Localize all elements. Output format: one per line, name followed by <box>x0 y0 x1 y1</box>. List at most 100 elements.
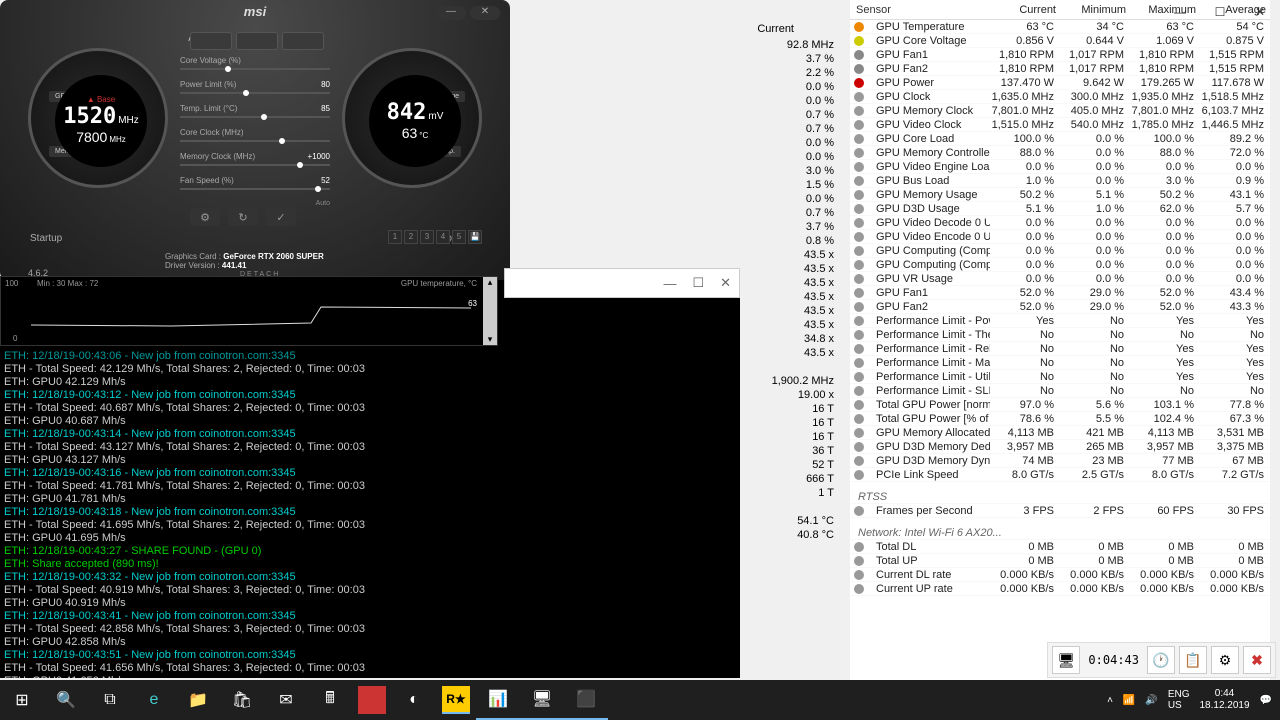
edge-icon[interactable]: e <box>132 680 176 720</box>
msi-minimize[interactable]: — <box>436 6 466 20</box>
table-row[interactable]: GPU Memory Clock7,801.0 MHz405.0 MHz7,80… <box>850 104 1270 118</box>
tray-lang[interactable]: ENGUS <box>1168 689 1190 711</box>
table-row[interactable]: Frames per Second3 FPS2 FPS60 FPS30 FPS <box>850 504 1270 518</box>
log-icon[interactable]: 📋 <box>1179 646 1207 674</box>
table-row[interactable]: GPU Core Voltage0.856 V0.644 V1.069 V0.8… <box>850 34 1270 48</box>
console-close[interactable]: ✕ <box>720 275 731 291</box>
minimize-button[interactable]: — <box>1160 0 1200 24</box>
table-row[interactable]: Total UP0 MB0 MB0 MB0 MB <box>850 554 1270 568</box>
table-row[interactable]: GPU Computing (Compute_1...0.0 %0.0 %0.0… <box>850 258 1270 272</box>
col-current[interactable]: Current <box>990 2 1060 18</box>
slider-4[interactable]: Memory Clock (MHz)+1000 <box>180 152 330 166</box>
clock-icon[interactable]: 🕐 <box>1147 646 1175 674</box>
msi-info-button[interactable] <box>282 32 324 50</box>
slider-1[interactable]: Power Limit (%)80 <box>180 80 330 94</box>
col-min[interactable]: Minimum <box>1060 2 1130 18</box>
table-row[interactable]: Performance Limit - Reliabili...NoNoYesY… <box>850 342 1270 356</box>
profile-2[interactable]: 2 <box>404 230 418 244</box>
table-row[interactable]: GPU D3D Memory Dynamic74 MB23 MB77 MB67 … <box>850 454 1270 468</box>
profile-5[interactable]: 5 <box>452 230 466 244</box>
store-icon[interactable]: 🛍 <box>220 680 264 720</box>
table-row[interactable]: GPU D3D Memory Dedicated3,957 MB265 MB3,… <box>850 440 1270 454</box>
table-row[interactable]: GPU Computing (Compute_0...0.0 %0.0 %0.0… <box>850 244 1270 258</box>
table-row[interactable]: GPU Memory Controller Load88.0 %0.0 %88.… <box>850 146 1270 160</box>
table-row[interactable]: Performance Limit - PowerYesNoYesYes <box>850 314 1270 328</box>
maximize-button[interactable]: ☐ <box>1200 0 1240 24</box>
app-red-icon[interactable] <box>358 686 386 714</box>
graph-scrollbar[interactable]: ▴ ▾ <box>483 277 497 345</box>
table-row[interactable]: GPU Fan21,810 RPM1,017 RPM1,810 RPM1,515… <box>850 62 1270 76</box>
console-maximize[interactable]: ☐ <box>692 275 704 291</box>
table-row[interactable]: PCIe Link Speed8.0 GT/s2.5 GT/s8.0 GT/s7… <box>850 468 1270 482</box>
table-row[interactable]: GPU Clock1,635.0 MHz300.0 MHz1,935.0 MHz… <box>850 90 1270 104</box>
profile-3[interactable]: 3 <box>420 230 434 244</box>
console-minimize[interactable]: — <box>663 276 676 291</box>
table-row[interactable]: GPU Video Clock1,515.0 MHz540.0 MHz1,785… <box>850 118 1270 132</box>
col-sensor[interactable]: Sensor <box>850 2 990 18</box>
table-row[interactable]: GPU Video Encode 0 Usage0.0 %0.0 %0.0 %0… <box>850 230 1270 244</box>
elapsed-time: 0:04:43 <box>1084 653 1143 667</box>
profile-4[interactable]: 4 <box>436 230 450 244</box>
reset-icon[interactable]: ✖ <box>1243 646 1271 674</box>
table-row[interactable]: GPU Power137.470 W9.642 W179.265 W117.67… <box>850 76 1270 90</box>
tray-volume-icon[interactable]: 🔊 <box>1145 695 1157 706</box>
slider-3[interactable]: Core Clock (MHz) <box>180 128 330 142</box>
table-row[interactable]: Performance Limit - ThermalNoNoNoNo <box>850 328 1270 342</box>
profile-1[interactable]: 1 <box>388 230 402 244</box>
slider-5[interactable]: Fan Speed (%)52 <box>180 176 330 190</box>
mem-clock-value: 7800 <box>76 129 107 145</box>
sensors-icon[interactable]: 🖥 <box>1052 646 1080 674</box>
tray-clock[interactable]: 0:4418.12.2019 <box>1199 688 1249 712</box>
msi-oc-button[interactable] <box>236 32 278 50</box>
tray-notifications-icon[interactable]: 💬 <box>1260 695 1272 706</box>
mail-icon[interactable]: ✉ <box>264 680 308 720</box>
table-row[interactable]: Network: Intel Wi-Fi 6 AX20... <box>850 526 1270 540</box>
table-row[interactable]: Performance Limit - SLI GPU...NoNoNoNo <box>850 384 1270 398</box>
rockstar-icon[interactable]: R★ <box>442 686 470 714</box>
tray-network-icon[interactable]: 📶 <box>1123 695 1135 706</box>
msi-k-button[interactable] <box>190 32 232 50</box>
table-row[interactable]: GPU D3D Usage5.1 %1.0 %62.0 %5.7 % <box>850 202 1270 216</box>
table-row[interactable]: GPU VR Usage0.0 %0.0 %0.0 %0.0 % <box>850 272 1270 286</box>
temperature-graph[interactable]: 100 0 Min : 30 Max : 72 GPU temperature,… <box>0 276 498 346</box>
msi-ab-icon[interactable]: 📊 <box>476 680 520 720</box>
settings-button[interactable]: ⚙ <box>190 208 220 226</box>
console-icon[interactable]: ⬛ <box>564 680 608 720</box>
search-button[interactable]: 🔍 <box>44 680 88 720</box>
msi-top-buttons <box>190 32 324 50</box>
table-row[interactable]: GPU Fan11,810 RPM1,017 RPM1,810 RPM1,515… <box>850 48 1270 62</box>
table-row[interactable]: GPU Video Engine Load0.0 %0.0 %0.0 %0.0 … <box>850 160 1270 174</box>
table-row[interactable]: GPU Bus Load1.0 %0.0 %3.0 %0.9 % <box>850 174 1270 188</box>
table-row[interactable]: Performance Limit - Max Op...NoNoYesYes <box>850 356 1270 370</box>
profile-save[interactable]: 💾 <box>468 230 482 244</box>
table-row[interactable]: GPU Fan152.0 %29.0 %52.0 %43.4 % <box>850 286 1270 300</box>
table-row[interactable]: Current DL rate0.000 KB/s0.000 KB/s0.000… <box>850 568 1270 582</box>
msi-close[interactable]: ✕ <box>470 6 500 20</box>
profile-buttons: 1 2 3 4 5 💾 <box>388 230 482 244</box>
tray-chevron-icon[interactable]: ˄ <box>1107 695 1113 706</box>
table-row[interactable]: Total GPU Power [% of TDP]78.6 %5.5 %102… <box>850 412 1270 426</box>
table-row[interactable]: GPU Video Decode 0 Usage0.0 %0.0 %0.0 %0… <box>850 216 1270 230</box>
task-view-button[interactable]: ⧉ <box>88 680 132 720</box>
slider-0[interactable]: Core Voltage (%) <box>180 56 330 70</box>
start-button[interactable]: ⊞ <box>0 680 44 720</box>
apply-button[interactable]: ✓ <box>266 208 296 226</box>
table-row[interactable]: GPU Memory Allocated4,113 MB421 MB4,113 … <box>850 426 1270 440</box>
table-row[interactable]: GPU Memory Usage50.2 %5.1 %50.2 %43.1 % <box>850 188 1270 202</box>
table-row[interactable]: GPU Fan252.0 %29.0 %52.0 %43.3 % <box>850 300 1270 314</box>
app-dark-icon[interactable]: ◐ <box>392 680 436 720</box>
table-row[interactable]: Performance Limit - UtilizationNoNoYesYe… <box>850 370 1270 384</box>
table-row[interactable]: RTSS <box>850 490 1270 504</box>
table-row[interactable]: Total GPU Power [normalize...97.0 %5.6 %… <box>850 398 1270 412</box>
explorer-icon[interactable]: 📁 <box>176 680 220 720</box>
reset-button[interactable]: ↻ <box>228 208 258 226</box>
startup-label[interactable]: Startup <box>30 233 62 244</box>
calculator-icon[interactable]: 🖩 <box>308 680 352 720</box>
table-row[interactable]: Total DL0 MB0 MB0 MB0 MB <box>850 540 1270 554</box>
table-row[interactable]: GPU Core Load100.0 %0.0 %100.0 %89.2 % <box>850 132 1270 146</box>
close-button[interactable]: ✕ <box>1240 0 1280 24</box>
table-row[interactable]: Current UP rate0.000 KB/s0.000 KB/s0.000… <box>850 582 1270 596</box>
hwinfo-icon[interactable]: 🖥 <box>520 680 564 720</box>
slider-2[interactable]: Temp. Limit (°C)85 <box>180 104 330 118</box>
settings-icon[interactable]: ⚙ <box>1211 646 1239 674</box>
